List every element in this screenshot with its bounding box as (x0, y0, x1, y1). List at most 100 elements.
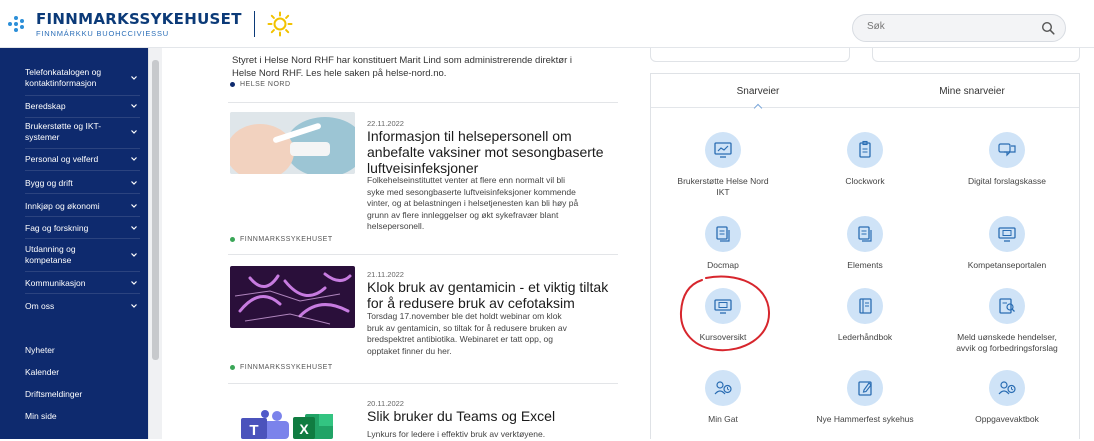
article-title[interactable]: Klok bruk av gentamicin - et viktig tilt… (367, 279, 617, 311)
shortcut-label: Nye Hammerfest sykehus (816, 414, 914, 424)
sidebar-link-kalender[interactable]: Kalender (0, 367, 148, 377)
shortcut-label: Brukerstøtte Helse Nord IKT (677, 176, 769, 197)
shortcut-lederhandbok[interactable]: Lederhåndbok (795, 288, 935, 343)
news-source-tag[interactable]: FINNMARKSSYKEHUSET (230, 364, 333, 371)
shortcut-label: Meld uønskede hendelser, avvik og forbedr… (956, 332, 1058, 353)
sidebar-item-innkjop[interactable]: Innkjøp og økonomi (0, 199, 148, 213)
sidebar-item-bygg[interactable]: Bygg og drift (0, 176, 148, 190)
shortcut-brukerstotte-helse-nord-ikt[interactable]: Brukerstøtte Helse Nord IKT (653, 132, 793, 198)
sidebar-item-label: Fag og forskning (25, 222, 89, 233)
sidebar-link-min-side[interactable]: Min side (0, 411, 148, 421)
document-stack-icon (858, 226, 872, 242)
article-title[interactable]: Informasjon til helsepersonell om anbefal… (367, 128, 617, 176)
sidebar-item-utdanning[interactable]: Utdanning og kompetanse (0, 243, 148, 267)
svg-text:T: T (249, 422, 258, 439)
excel-icon: X (293, 414, 333, 439)
site-header: FINNMARKSSYKEHUSET FINNMÁRKKU BUOHCCIVIE… (0, 0, 1094, 48)
sidebar-item-label: Om oss (25, 300, 55, 311)
sidebar-item-label: Bygg og drift (25, 177, 73, 188)
top-widget-right (872, 48, 1080, 62)
logo-main-text: FINNMARKSSYKEHUSET (36, 10, 242, 28)
shortcut-label: Digital forslagskasse (968, 176, 1046, 186)
article-body: Folkehelseinstituttet venter at flere en… (367, 175, 579, 231)
shortcuts-tabs: Snarveier Mine snarveier (651, 74, 1079, 108)
search-icon[interactable] (1041, 21, 1055, 35)
logo-dots-icon (8, 12, 28, 36)
sidebar-item-label: Personal og velferd (25, 153, 99, 164)
scrollbar-thumb[interactable] (152, 60, 159, 360)
sidebar-divider (25, 193, 140, 194)
chevron-down-icon (131, 181, 137, 185)
article-image-bacteria[interactable] (230, 266, 355, 328)
search-box (852, 14, 1066, 42)
sidebar-item-beredskap[interactable]: Beredskap (0, 99, 148, 113)
svg-text:X: X (299, 421, 309, 437)
sidebar-divider (25, 271, 140, 272)
sidebar-link-driftsmeldinger[interactable]: Driftsmeldinger (0, 389, 148, 399)
shortcut-label: Oppgavevaktbok (975, 414, 1039, 424)
source-dot-icon (230, 82, 235, 87)
sidebar-item-om-oss[interactable]: Om oss (0, 299, 148, 313)
logo-sub-text: FINNMÁRKKU BUOHCCIVIESSU (36, 29, 169, 38)
news-source-tag[interactable]: HELSE NORD (230, 81, 291, 88)
shortcut-kompetanseportalen[interactable]: Kompetanseportalen (937, 216, 1077, 271)
chevron-down-icon (131, 130, 137, 134)
shortcut-min-gat[interactable]: Min Gat (653, 370, 793, 425)
person-clock-icon (998, 381, 1016, 395)
chevron-down-icon (131, 104, 137, 108)
teams-icon: T (241, 410, 289, 439)
shortcut-meld-uonskede-hendelser[interactable]: Meld uønskede hendelser, avvik og forbedr… (937, 288, 1077, 354)
shortcut-oppgavevaktbok[interactable]: Oppgavevaktbok (937, 370, 1077, 425)
shortcut-digital-forslagskasse[interactable]: Digital forslagskasse (937, 132, 1077, 187)
article-title[interactable]: Slik bruker du Teams og Excel (367, 408, 617, 424)
report-icon (999, 298, 1015, 314)
sidebar-item-telefonkatalogen[interactable]: Telefonkatalogen og kontaktinformasjon (0, 66, 148, 90)
news-intro-text: Styret i Helse Nord RHF har konstituert … (232, 55, 573, 79)
sidebar-divider (25, 170, 140, 171)
tab-mine-snarveier[interactable]: Mine snarveier (865, 74, 1079, 108)
sidebar-link-nyheter[interactable]: Nyheter (0, 345, 148, 355)
chevron-down-icon (131, 76, 137, 80)
sidebar-item-fag[interactable]: Fag og forskning (0, 221, 148, 235)
shortcut-label: Docmap (707, 260, 739, 270)
top-widget-left (650, 48, 850, 62)
sidebar-item-label: Innkjøp og økonomi (25, 200, 100, 211)
shortcut-elements[interactable]: Elements (795, 216, 935, 271)
shortcut-clockwork[interactable]: Clockwork (795, 132, 935, 187)
red-annotation-circle (679, 275, 771, 352)
sidebar-item-personal[interactable]: Personal og velferd (0, 152, 148, 166)
chevron-down-icon (131, 226, 137, 230)
monitor-icon (998, 227, 1016, 242)
sun-icon (267, 11, 293, 37)
sidebar-nav: Telefonkatalogen og kontaktinformasjon Be… (0, 48, 148, 439)
edit-doc-icon (858, 381, 872, 396)
right-panel: Snarveier Mine snarveier Brukerstøtte He… (650, 48, 1080, 439)
shortcut-nye-hammerfest-sykehus[interactable]: Nye Hammerfest sykehus (795, 370, 935, 425)
chat-bubbles-icon (998, 143, 1016, 157)
sidebar-scrollbar[interactable] (148, 48, 162, 439)
sidebar-item-kommunikasjon[interactable]: Kommunikasjon (0, 276, 148, 290)
sidebar-item-label: Brukerstøtte og IKT-systemer (25, 121, 102, 142)
news-feed: Styret i Helse Nord RHF har konstituert … (162, 48, 640, 439)
logo-separator (253, 11, 255, 37)
person-clock-icon (714, 381, 732, 395)
news-source-tag[interactable]: FINNMARKSSYKEHUSET (230, 236, 333, 243)
sidebar-divider (25, 293, 140, 294)
sidebar-divider (25, 95, 140, 96)
sidebar-divider (25, 216, 140, 217)
sidebar-item-brukerstotte[interactable]: Brukerstøtte og IKT-systemer (0, 120, 148, 144)
shortcut-docmap[interactable]: Docmap (653, 216, 793, 271)
sidebar-divider (25, 117, 140, 118)
shortcut-label: Elements (847, 260, 883, 270)
article-image-vaccine[interactable] (230, 112, 355, 174)
sidebar-item-label: Beredskap (25, 100, 66, 111)
chevron-down-icon (131, 157, 137, 161)
search-input[interactable] (867, 21, 1017, 32)
chevron-down-icon (131, 304, 137, 308)
chevron-down-icon (131, 253, 137, 257)
site-logo[interactable]: FINNMARKSSYKEHUSET FINNMÁRKKU BUOHCCIVIE… (8, 10, 293, 38)
article-image-teams-excel[interactable]: T X (237, 410, 337, 439)
sidebar-item-label: Telefonkatalogen og kontaktinformasjon (25, 67, 102, 88)
sidebar-item-label: Kommunikasjon (25, 277, 86, 288)
article-date: 20.11.2022 (367, 399, 404, 408)
